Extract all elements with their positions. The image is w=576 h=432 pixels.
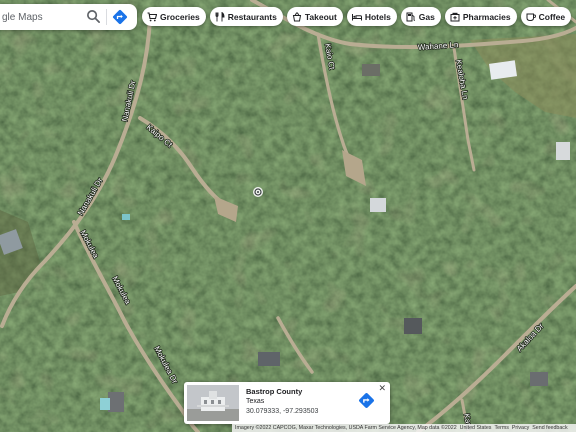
gas-pump-icon (406, 12, 415, 21)
terms-link[interactable]: Terms (494, 425, 508, 431)
location-pin-marker[interactable] (253, 187, 263, 197)
satellite-map[interactable]: Wahane Ln Kealoha Ln Kaio Ct Kaipo Ct Na… (0, 0, 576, 432)
pool (100, 398, 110, 410)
region-link[interactable]: United States (460, 425, 492, 431)
chip-restaurants[interactable]: Restaurants (209, 7, 283, 26)
chip-pharmacies[interactable]: Pharmacies (444, 7, 517, 26)
house-roof (404, 318, 422, 334)
house-roof (370, 198, 386, 212)
search-input[interactable] (0, 7, 80, 27)
chip-gas[interactable]: Gas (400, 7, 441, 26)
card-subtitle: Texas (246, 398, 265, 405)
building-thumbnail-image (187, 385, 239, 421)
card-title: Bastrop County (246, 387, 303, 396)
chip-label: Groceries (160, 11, 200, 22)
coffee-cup-icon (526, 13, 536, 21)
search-divider (106, 9, 107, 25)
chip-label: Restaurants (227, 11, 277, 22)
attribution-bar: Imagery ©2022 CAPCOG, Maxar Technologies… (232, 424, 576, 432)
pool (122, 214, 130, 220)
chip-coffee[interactable]: Coffee (520, 7, 572, 26)
chip-takeout[interactable]: Takeout (286, 7, 343, 26)
location-info-card[interactable]: Bastrop County Texas 30.079333, -97.2935… (184, 382, 390, 424)
card-coordinates[interactable]: 30.079333, -97.293503 (246, 408, 318, 415)
house-roof (530, 372, 548, 386)
bed-icon (351, 13, 362, 20)
chip-groceries[interactable]: Groceries (142, 7, 206, 26)
chip-hotels[interactable]: Hotels (346, 7, 397, 26)
privacy-link[interactable]: Privacy (512, 425, 529, 431)
street-view-thumbnail[interactable] (187, 385, 239, 421)
close-icon[interactable]: ✕ (378, 383, 386, 393)
search-box (0, 4, 137, 30)
chip-label: Gas (418, 11, 435, 22)
directions-icon[interactable] (358, 392, 375, 409)
takeout-icon (292, 12, 301, 21)
house-roof (556, 142, 570, 160)
send-feedback-link[interactable]: Send feedback (532, 425, 567, 431)
cart-icon (147, 11, 157, 21)
directions-icon[interactable] (112, 9, 128, 25)
chip-label: Takeout (304, 11, 337, 22)
chip-label: Pharmacies (462, 11, 511, 22)
chip-label: Coffee (538, 11, 566, 22)
house-roof (362, 64, 380, 76)
fork-knife-icon (215, 11, 225, 21)
house-roof (258, 352, 280, 366)
category-chips: Groceries Restaurants Takeout Hotels Gas (142, 7, 572, 27)
chip-label: Hotels (364, 11, 391, 22)
pharmacy-icon (450, 12, 460, 21)
imagery-credit: Imagery ©2022 CAPCOG, Maxar Technologies… (235, 425, 457, 431)
house-roof (108, 392, 124, 412)
search-icon[interactable] (86, 9, 101, 24)
